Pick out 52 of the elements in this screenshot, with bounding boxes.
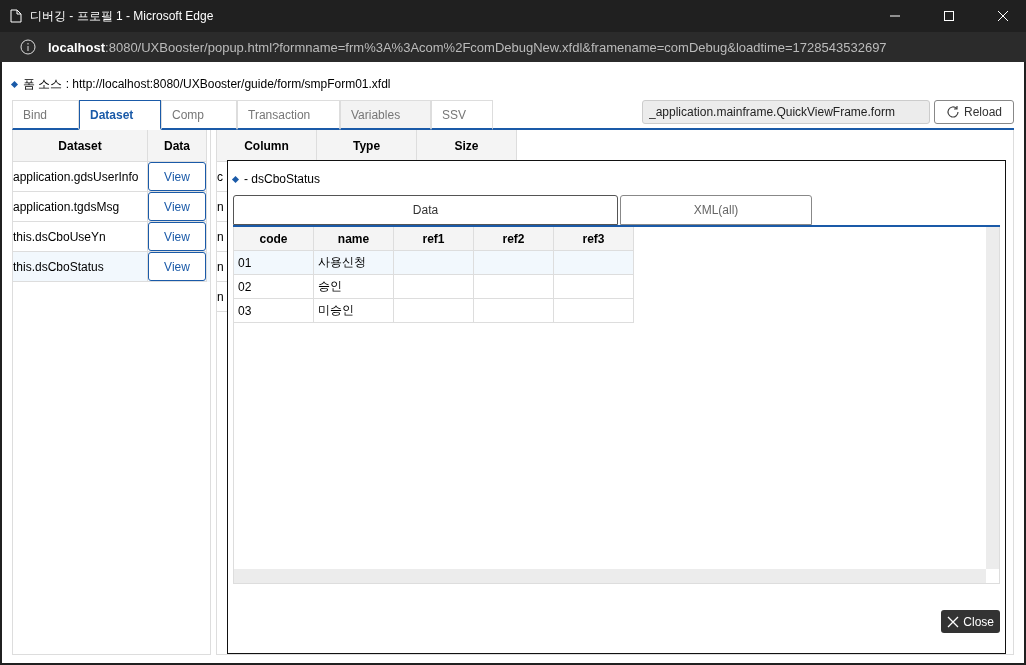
table-cell: n — [217, 229, 224, 244]
table-cell[interactable]: this.dsCboUseYn — [13, 229, 106, 244]
table-cell: 03 — [234, 299, 314, 323]
table-cell: 사용신청 — [314, 251, 394, 275]
vertical-scrollbar[interactable] — [986, 227, 999, 569]
refresh-icon — [946, 105, 960, 119]
tab[interactable]: Transaction — [237, 100, 340, 130]
close-button[interactable]: Close — [941, 610, 1000, 633]
popup-title: - dsCboStatus — [244, 172, 321, 186]
info-icon[interactable] — [20, 39, 36, 55]
tab[interactable]: SSV — [431, 100, 493, 130]
bullet-icon — [10, 80, 19, 88]
column-header: Size — [417, 130, 517, 162]
window-title: 디버깅 - 프로필 1 - Microsoft Edge — [30, 7, 215, 25]
column-header: Dataset — [13, 130, 148, 162]
tab[interactable]: Comp — [161, 100, 237, 130]
tab[interactable]: Dataset — [79, 100, 161, 130]
column-header: ref3 — [554, 227, 634, 251]
table-cell: c — [217, 169, 223, 184]
table-cell: 01 — [234, 251, 314, 275]
reload-button[interactable]: Reload — [934, 100, 1014, 124]
table-cell[interactable]: application.tgdsMsg — [13, 199, 120, 214]
maximize-icon[interactable] — [944, 11, 954, 21]
close-icon[interactable] — [998, 11, 1008, 21]
table-cell: n — [217, 289, 224, 304]
form-source-label: 폼 소스 : http://localhost:8080/UXBooster/guide/form/smpForm01.xfdl — [23, 75, 391, 93]
page-icon — [10, 9, 22, 23]
bullet-icon — [231, 175, 240, 183]
close-icon — [947, 615, 960, 628]
form-path-field[interactable]: _application.mainframe.QuickViewFrame.form — [642, 100, 930, 124]
view-button[interactable]: View — [148, 162, 206, 191]
view-button[interactable]: View — [148, 252, 206, 281]
table-cell: 승인 — [314, 275, 394, 299]
table-cell: 02 — [234, 275, 314, 299]
table-cell: n — [217, 259, 224, 274]
view-button[interactable]: View — [148, 222, 206, 251]
table-cell[interactable]: application.gdsUserInfo — [13, 169, 139, 184]
column-header: Type — [317, 130, 417, 162]
column-header: ref1 — [394, 227, 474, 251]
table-cell: 미승인 — [314, 299, 394, 323]
table-cell[interactable]: this.dsCboStatus — [13, 259, 104, 274]
column-header: ref2 — [474, 227, 554, 251]
horizontal-scrollbar[interactable] — [234, 569, 986, 583]
tab[interactable]: Data — [233, 195, 618, 225]
view-button[interactable]: View — [148, 192, 206, 221]
tab[interactable]: XML(all) — [620, 195, 812, 225]
column-header: Column — [217, 130, 317, 162]
column-header: Data — [148, 130, 207, 162]
table-cell: n — [217, 199, 224, 214]
tab[interactable]: Bind — [12, 100, 79, 130]
column-header: code — [234, 227, 314, 251]
column-header: name — [314, 227, 394, 251]
